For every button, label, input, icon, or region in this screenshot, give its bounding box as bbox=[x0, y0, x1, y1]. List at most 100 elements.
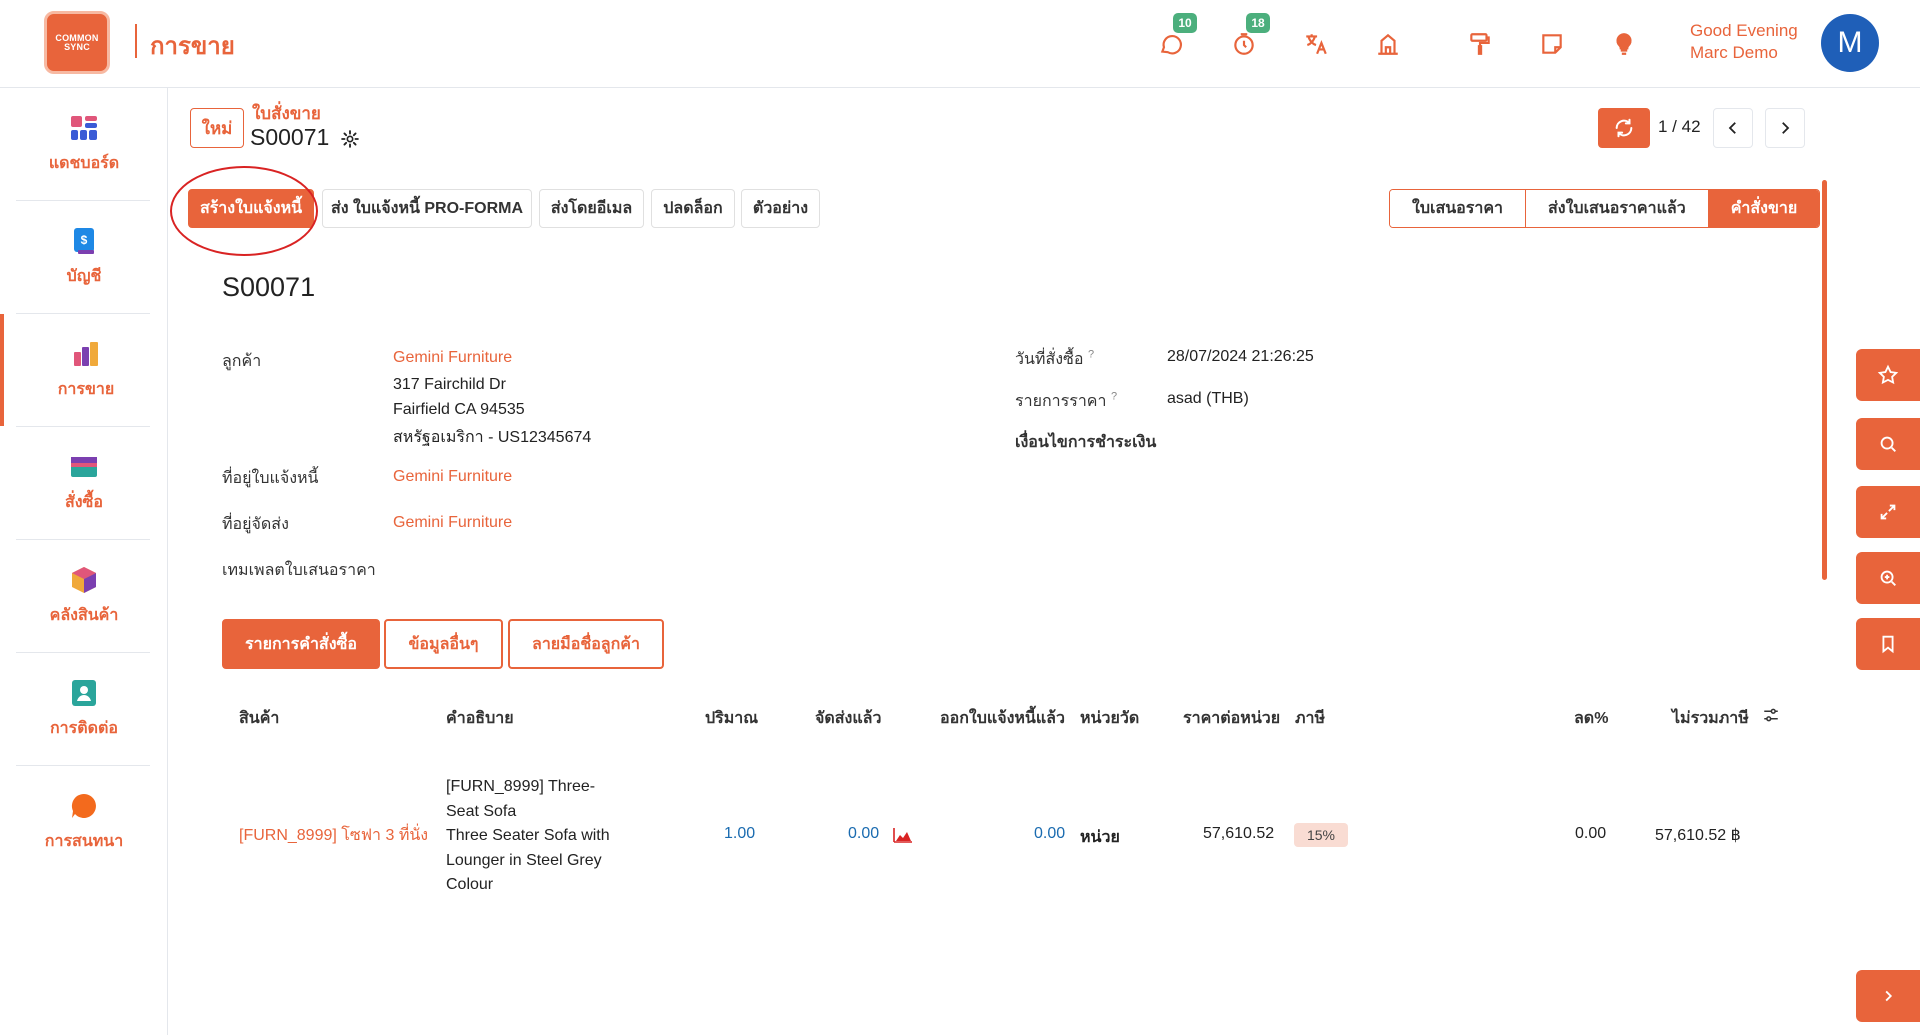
fullscreen-button[interactable] bbox=[1856, 486, 1920, 538]
invoice-address-label: ที่อยู่ใบแจ้งหนี้ bbox=[222, 470, 319, 487]
customer-label: ลูกค้า bbox=[222, 353, 262, 370]
help-icon[interactable]: ? bbox=[1111, 391, 1117, 403]
zoom-in-icon bbox=[1880, 570, 1896, 586]
address-line: Fairfield CA 94535 bbox=[393, 401, 525, 418]
sidebar-item-label: การขาย bbox=[57, 380, 115, 398]
new-button[interactable]: ใหม่ bbox=[190, 108, 244, 148]
contacts-icon bbox=[72, 679, 96, 706]
pager-value: 1 / 42 bbox=[1658, 117, 1701, 136]
sales-icon bbox=[74, 341, 98, 366]
unlock-button[interactable]: ปลดล็อก bbox=[651, 189, 735, 228]
column-header-subtotal[interactable]: ไม่รวมภาษี bbox=[1672, 706, 1749, 731]
description-line: Three Seater Sofa with bbox=[446, 827, 610, 844]
avatar[interactable]: M bbox=[1821, 14, 1879, 72]
favorite-button[interactable] bbox=[1856, 349, 1920, 401]
chevron-right-icon bbox=[1885, 990, 1893, 1002]
delivered-cell[interactable]: 0.00 bbox=[848, 825, 879, 843]
timer-icon[interactable]: 18 bbox=[1228, 13, 1270, 60]
send-email-button[interactable]: ส่งโดยอีเมล bbox=[539, 189, 644, 228]
lightbulb-icon[interactable] bbox=[1608, 28, 1640, 60]
divider bbox=[135, 24, 137, 58]
paint-roller-icon[interactable] bbox=[1464, 28, 1496, 60]
timer-badge: 18 bbox=[1246, 13, 1270, 33]
sidebar-item-contacts[interactable]: การติดต่อ bbox=[0, 653, 168, 765]
status-bar: ใบเสนอราคา ส่งใบเสนอราคาแล้ว คำสั่งขาย bbox=[1389, 189, 1821, 228]
scrollbar[interactable] bbox=[1822, 180, 1827, 580]
invoice-address-link[interactable]: Gemini Furniture bbox=[393, 468, 512, 486]
sidebar-item-label: บัญชี bbox=[66, 267, 102, 285]
search-button[interactable] bbox=[1856, 418, 1920, 470]
bookmark-button[interactable] bbox=[1856, 618, 1920, 670]
forecast-chart-icon[interactable] bbox=[893, 826, 913, 844]
app-logo[interactable]: COMMON SYNC bbox=[44, 11, 110, 74]
tab-customer-signature[interactable]: ลายมือชื่อลูกค้า bbox=[508, 619, 664, 669]
tab-other-info[interactable]: ข้อมูลอื่นๆ bbox=[384, 619, 503, 669]
breadcrumb-current: S00071 bbox=[250, 124, 330, 150]
note-icon[interactable] bbox=[1536, 28, 1568, 60]
delivery-address-label: ที่อยู่จัดส่ง bbox=[222, 516, 289, 533]
order-date-value[interactable]: 28/07/2024 21:26:25 bbox=[1167, 348, 1314, 366]
status-step-sales-order[interactable]: คำสั่งขาย bbox=[1708, 190, 1820, 227]
column-header-description[interactable]: คำอธิบาย bbox=[446, 706, 514, 731]
document-number: S00071 bbox=[222, 272, 316, 302]
status-step-quotation-sent[interactable]: ส่งใบเสนอราคาแล้ว bbox=[1526, 190, 1709, 227]
subtotal-cell: 57,610.52 ฿ bbox=[1655, 827, 1741, 844]
quantity-cell[interactable]: 1.00 bbox=[724, 825, 755, 843]
sidebar-item-purchase[interactable]: สั่งซื้อ bbox=[0, 427, 168, 539]
status-step-quotation[interactable]: ใบเสนอราคา bbox=[1390, 190, 1527, 227]
column-header-delivered[interactable]: จัดส่งแล้ว bbox=[815, 706, 881, 731]
inventory-icon bbox=[72, 566, 96, 593]
order-date-label: วันที่สั่งซื้อ ? bbox=[1015, 347, 1094, 372]
breadcrumb-parent[interactable]: ใบสั่งขาย bbox=[252, 100, 321, 127]
search-icon bbox=[1880, 436, 1896, 452]
building-icon[interactable] bbox=[1372, 28, 1404, 60]
sidebar-item-sales[interactable]: การขาย bbox=[0, 314, 168, 426]
column-header-product[interactable]: สินค้า bbox=[239, 706, 279, 731]
refresh-icon bbox=[1615, 118, 1633, 138]
translate-icon[interactable] bbox=[1300, 28, 1332, 60]
top-bar: COMMON SYNC การขาย 10 18 Good Evening Ma… bbox=[0, 0, 1920, 88]
column-header-discount[interactable]: ลด% bbox=[1574, 706, 1608, 731]
uom-cell[interactable]: หน่วย bbox=[1080, 825, 1120, 850]
sidebar: แดชบอร์ด $ บัญชี การขาย สั่งซื้อ คลังสิน… bbox=[0, 88, 168, 1035]
column-header-unit-price[interactable]: ราคาต่อหน่วย bbox=[1183, 706, 1280, 731]
greeting-line: Good Evening bbox=[1690, 21, 1798, 40]
sidebar-item-dashboard[interactable]: แดชบอร์ด bbox=[0, 88, 168, 200]
help-icon[interactable]: ? bbox=[1088, 349, 1094, 361]
description-cell[interactable]: [FURN_8999] Three- Seat Sofa Three Seate… bbox=[446, 775, 636, 898]
gear-icon[interactable] bbox=[340, 129, 360, 149]
description-line: Colour bbox=[446, 876, 494, 893]
column-header-quantity[interactable]: ปริมาณ bbox=[705, 706, 758, 731]
pricelist-value[interactable]: asad (THB) bbox=[1167, 390, 1249, 408]
preview-button[interactable]: ตัวอย่าง bbox=[741, 189, 820, 228]
zoom-button[interactable] bbox=[1856, 552, 1920, 604]
sidebar-item-discuss[interactable]: การสนทนา bbox=[0, 766, 168, 878]
chevron-right-icon bbox=[1782, 122, 1790, 134]
chevron-left-icon bbox=[1728, 122, 1736, 134]
bookmark-icon bbox=[1882, 635, 1894, 654]
invoiced-cell[interactable]: 0.00 bbox=[1034, 825, 1065, 843]
sidebar-item-accounting[interactable]: $ บัญชี bbox=[0, 201, 168, 313]
tab-order-lines[interactable]: รายการคำสั่งซื้อ bbox=[222, 619, 380, 669]
dashboard-icon bbox=[71, 115, 97, 140]
pricelist-label-text: รายการราคา bbox=[1015, 393, 1107, 410]
discount-cell[interactable]: 0.00 bbox=[1575, 825, 1606, 843]
previous-button[interactable] bbox=[1713, 108, 1753, 148]
expand-icon bbox=[1880, 504, 1896, 520]
column-header-uom[interactable]: หน่วยวัด bbox=[1080, 706, 1139, 731]
sidebar-item-inventory[interactable]: คลังสินค้า bbox=[0, 540, 168, 652]
column-header-tax[interactable]: ภาษี bbox=[1295, 706, 1325, 731]
delivery-address-link[interactable]: Gemini Furniture bbox=[393, 514, 512, 532]
next-button[interactable] bbox=[1765, 108, 1805, 148]
column-settings-icon[interactable] bbox=[1762, 706, 1780, 724]
unit-price-cell[interactable]: 57,610.52 bbox=[1203, 825, 1274, 843]
sidebar-item-label: คลังสินค้า bbox=[49, 606, 119, 624]
product-cell[interactable]: [FURN_8999] โซฟา 3 ที่นั่ง bbox=[239, 823, 428, 848]
column-header-invoiced[interactable]: ออกใบแจ้งหนี้แล้ว bbox=[940, 706, 1065, 731]
send-proforma-button[interactable]: ส่ง ใบแจ้งหนี้ PRO-FORMA bbox=[322, 189, 532, 228]
customer-link[interactable]: Gemini Furniture bbox=[393, 349, 512, 367]
refresh-button[interactable] bbox=[1598, 108, 1650, 148]
expand-panel-button[interactable] bbox=[1856, 970, 1920, 1022]
chat-icon[interactable]: 10 bbox=[1155, 13, 1197, 60]
tax-badge[interactable]: 15% bbox=[1294, 823, 1348, 847]
